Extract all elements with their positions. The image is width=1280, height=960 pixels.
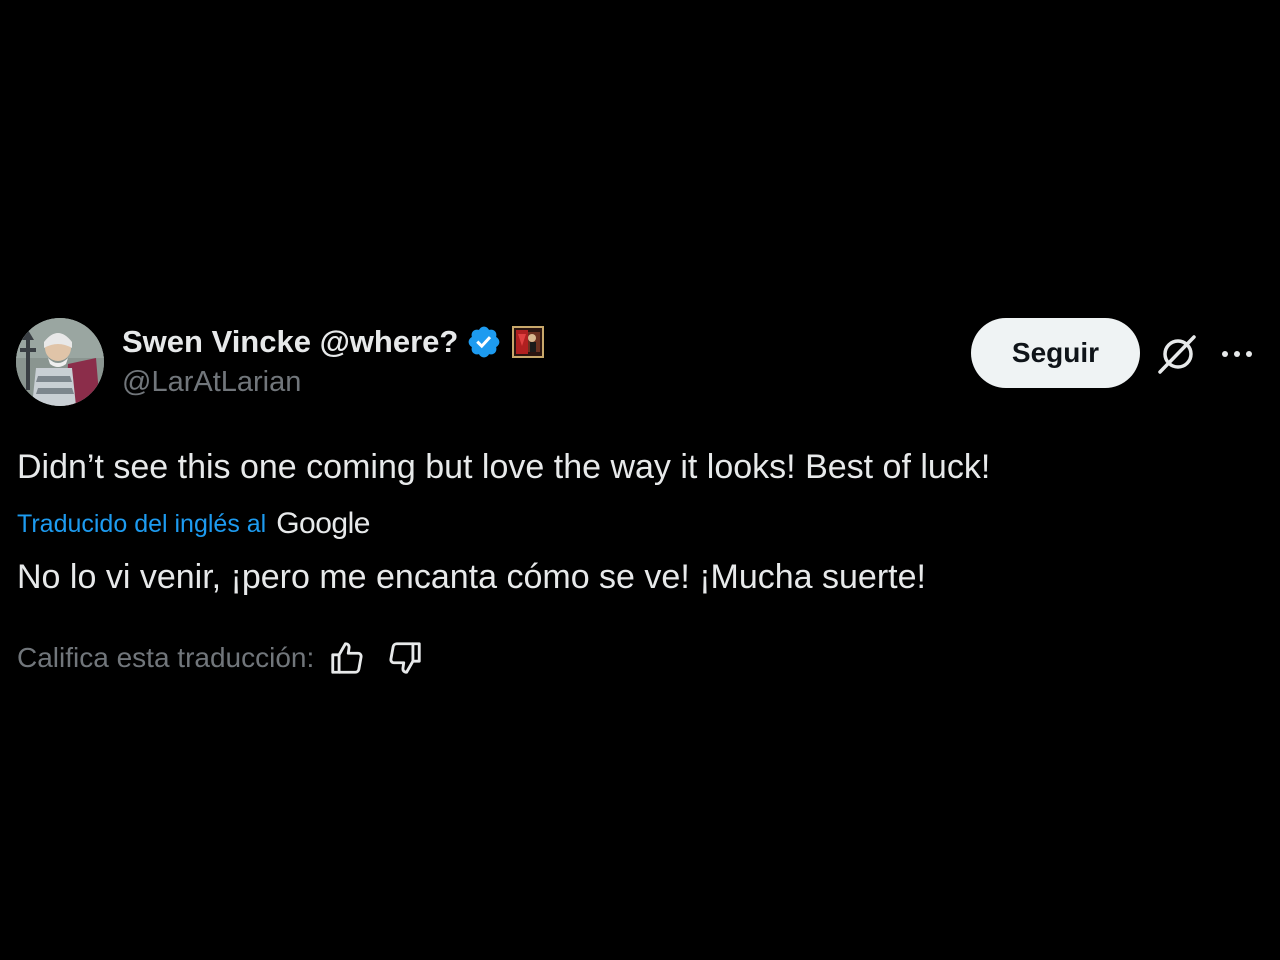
tweet-text: Didn’t see this one coming but love the … — [17, 448, 991, 486]
follow-button[interactable]: Seguir — [971, 318, 1140, 388]
author-display-name[interactable]: Swen Vincke @where? — [122, 324, 458, 360]
verified-badge-icon[interactable] — [466, 324, 502, 360]
translation-attribution: Traducido del inglés al Google — [17, 502, 370, 546]
author-handle[interactable]: @LarAtLarian — [122, 366, 301, 399]
rate-translation-row: Califica esta traducción: — [17, 636, 424, 680]
grok-icon[interactable] — [1156, 332, 1200, 376]
rate-translation-label: Califica esta traducción: — [17, 642, 315, 673]
avatar-knight-illustration — [16, 318, 104, 406]
thumbs-up-icon[interactable] — [328, 639, 366, 677]
google-logo: Google — [276, 507, 370, 540]
author-avatar[interactable] — [16, 318, 104, 406]
translated-text: No lo vi venir, ¡pero me encanta cómo se… — [17, 558, 926, 596]
translated-from-link[interactable]: Traducido del inglés al — [17, 510, 266, 539]
larian-badge-icon[interactable] — [512, 326, 545, 358]
thumbs-down-icon[interactable] — [386, 639, 424, 677]
author-name-row: Swen Vincke @where? — [122, 320, 545, 364]
tweet: Swen Vincke @where? @LarAtLarian Seguir — [0, 0, 1280, 960]
more-options-icon[interactable] — [1218, 336, 1258, 372]
